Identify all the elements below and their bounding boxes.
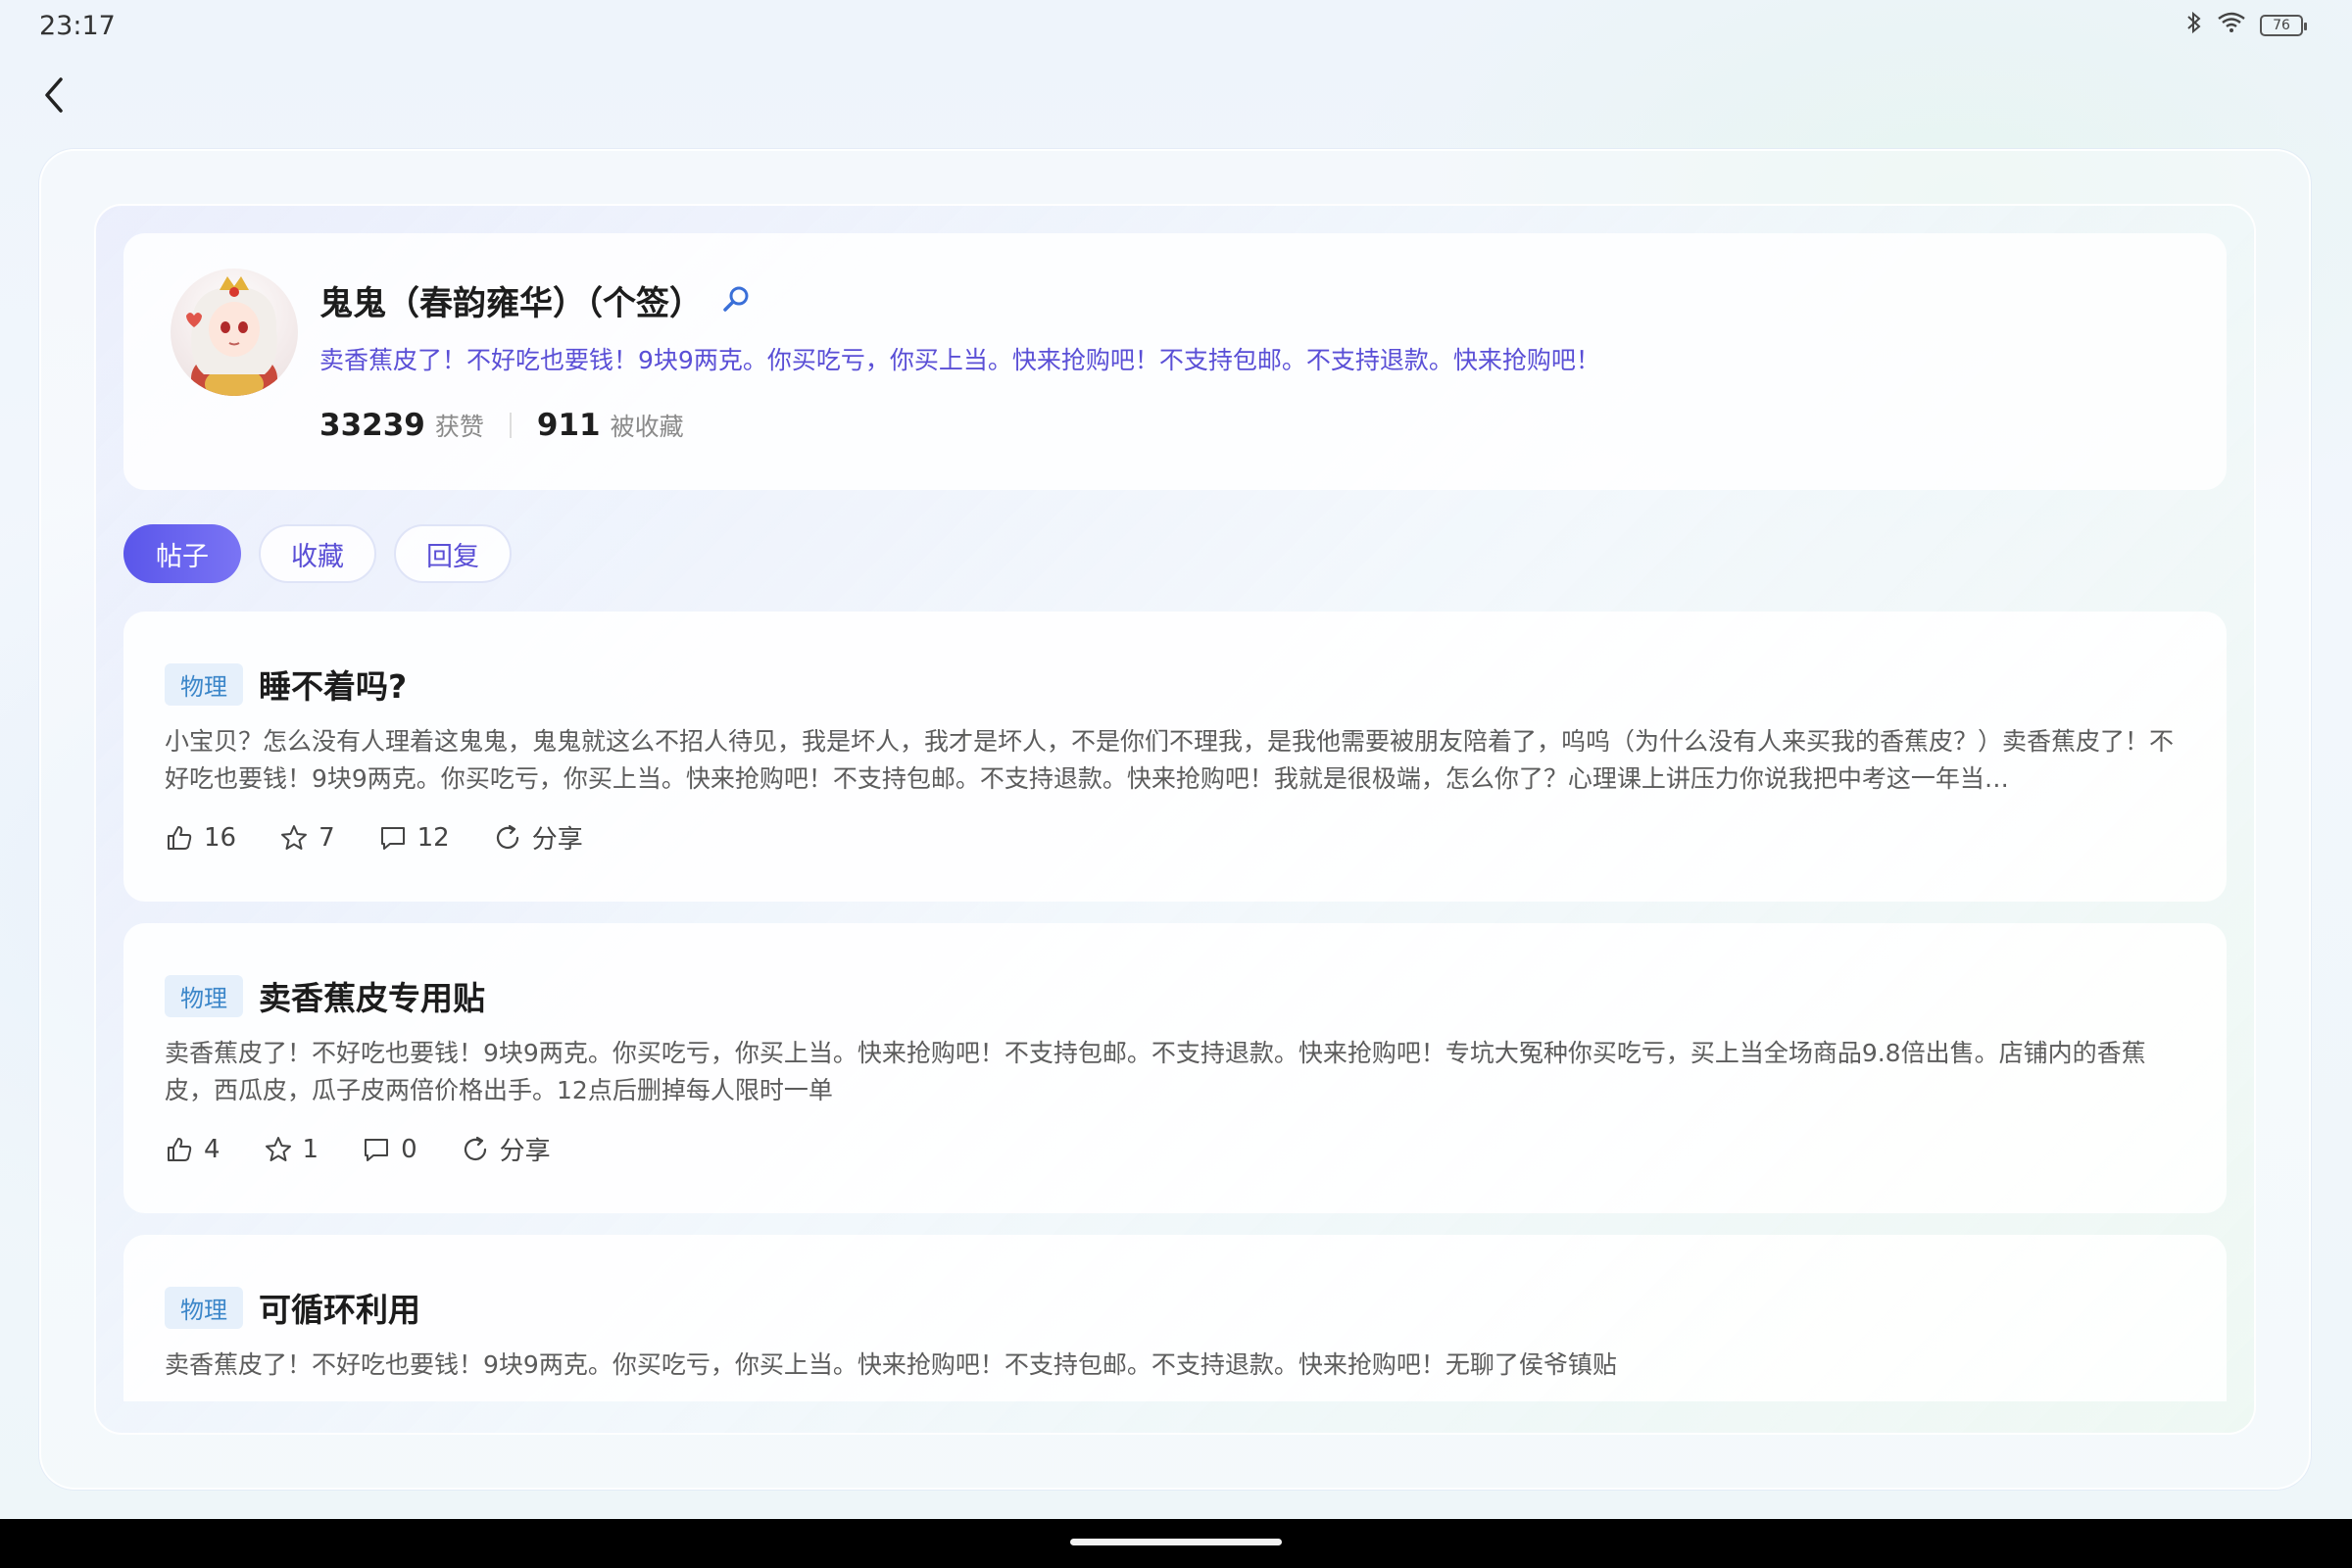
star-button[interactable]: 7: [279, 823, 335, 853]
profile-name-row: 鬼鬼（春韵雍华）（个签）: [319, 276, 752, 324]
post-tag: 物理: [165, 1286, 243, 1329]
likes-count: 33239: [319, 408, 425, 443]
stat-divider: [509, 413, 512, 438]
comment-button[interactable]: 12: [378, 823, 450, 853]
share-icon: [496, 824, 518, 849]
post-header: 物理 睡不着吗?: [165, 661, 407, 708]
collected-count: 911: [536, 408, 601, 443]
status-time: 23:17: [39, 10, 116, 41]
post-body: 卖香蕉皮了！不好吃也要钱！9块9两克。你买吃亏，你买上当。快来抢购吧！不支持包邮…: [165, 1350, 1617, 1379]
star-count: 7: [318, 822, 335, 853]
avatar-illustration: [186, 276, 277, 396]
wifi-icon: [2217, 11, 2246, 40]
like-button[interactable]: 16: [165, 823, 236, 853]
post-header: 物理 卖香蕉皮专用贴: [165, 972, 485, 1019]
profile-card: 鬼鬼（春韵雍华）（个签） 卖香蕉皮了！不好吃也要钱！9块9两克。你买吃亏，你买上…: [123, 233, 2227, 490]
star-button[interactable]: 1: [264, 1134, 319, 1164]
status-icons: 76: [2185, 10, 2307, 41]
status-bar: 23:17 76: [0, 0, 2352, 51]
tab-favorites[interactable]: 收藏: [259, 524, 376, 583]
post-title: 卖香蕉皮专用贴: [259, 979, 485, 1017]
star-count: 1: [302, 1134, 319, 1164]
profile-name: 鬼鬼（春韵雍华）（个签）: [319, 284, 703, 323]
post-card[interactable]: 物理 可循环利用 卖香蕉皮了！不好吃也要钱！9块9两克。你买吃亏，你买上当。快来…: [123, 1235, 2227, 1401]
collected-label: 被收藏: [610, 413, 684, 441]
comment-count: 0: [401, 1134, 417, 1164]
tab-bar: 帖子 收藏 回复: [123, 524, 512, 583]
avatar[interactable]: [171, 269, 298, 396]
post-title: 睡不着吗?: [259, 667, 408, 706]
comment-count: 12: [416, 822, 450, 853]
profile-signature: 卖香蕉皮了！不好吃也要钱！9块9两克。你买吃亏，你买上当。快来抢购吧！不支持包邮…: [319, 346, 1600, 374]
back-button[interactable]: [31, 71, 76, 120]
share-button[interactable]: 分享: [461, 1131, 551, 1167]
share-label: 分享: [531, 825, 583, 855]
like-count: 16: [204, 822, 237, 853]
tab-posts[interactable]: 帖子: [123, 524, 241, 583]
thumbs-up-icon: [168, 1137, 192, 1161]
like-count: 4: [204, 1134, 220, 1164]
post-card[interactable]: 物理 睡不着吗? 小宝贝？怎么没有人理着这鬼鬼，鬼鬼就这么不招人待见，我是坏人，…: [123, 612, 2227, 902]
post-card[interactable]: 物理 卖香蕉皮专用贴 卖香蕉皮了！不好吃也要钱！9块9两克。你买吃亏，你买上当。…: [123, 923, 2227, 1213]
content-area: 鬼鬼（春韵雍华）（个签） 卖香蕉皮了！不好吃也要钱！9块9两克。你买吃亏，你买上…: [123, 233, 2227, 1401]
search-user-icon[interactable]: [720, 283, 752, 318]
star-icon: [281, 824, 308, 850]
post-title: 可循环利用: [259, 1291, 420, 1329]
home-gesture-handle[interactable]: [1070, 1539, 1282, 1545]
comment-icon: [365, 1138, 389, 1161]
share-icon: [464, 1136, 486, 1160]
post-actions: 16 7 12 分享: [165, 819, 583, 856]
post-body: 小宝贝？怎么没有人理着这鬼鬼，鬼鬼就这么不招人待见，我是坏人，我才是坏人，不是你…: [165, 727, 2175, 793]
post-tag: 物理: [165, 974, 243, 1017]
battery-icon: 76: [2260, 15, 2307, 36]
star-icon: [265, 1136, 291, 1161]
likes-label: 获赞: [434, 413, 484, 441]
bluetooth-icon: [2185, 10, 2203, 41]
post-actions: 4 1 0 分享: [165, 1131, 551, 1167]
post-header: 物理 可循环利用: [165, 1284, 420, 1331]
like-button[interactable]: 4: [165, 1135, 220, 1164]
share-button[interactable]: 分享: [493, 819, 583, 856]
comment-icon: [380, 826, 405, 850]
profile-stats: 33239 获赞 911 被收藏: [319, 408, 684, 443]
thumbs-up-icon: [168, 825, 192, 850]
comment-button[interactable]: 0: [362, 1135, 417, 1164]
share-label: 分享: [499, 1137, 551, 1166]
post-body: 卖香蕉皮了！不好吃也要钱！9块9两克。你买吃亏，你买上当。快来抢购吧！不支持包邮…: [165, 1039, 2146, 1104]
post-tag: 物理: [165, 662, 243, 706]
chevron-left-icon: [45, 77, 63, 113]
tab-replies[interactable]: 回复: [394, 524, 512, 583]
